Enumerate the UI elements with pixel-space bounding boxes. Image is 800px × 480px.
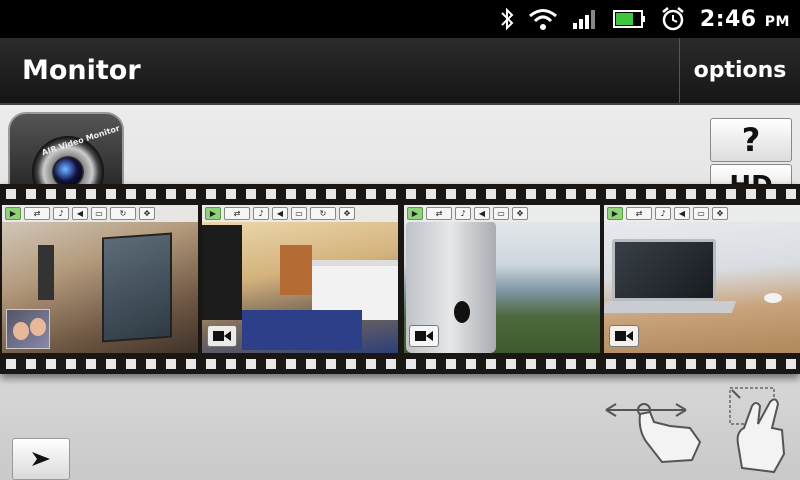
speaker-icon[interactable]: ◀	[474, 207, 490, 220]
camera-feed-4[interactable]: ▶ ⇄ ♪ ◀ ▭ ✥	[604, 205, 800, 353]
no-screen-icon[interactable]: ▭	[493, 207, 509, 220]
no-screen-icon[interactable]: ▭	[291, 207, 307, 220]
film-perforations-bottom	[0, 356, 800, 372]
fullscreen-icon[interactable]: ✥	[712, 207, 728, 220]
help-button[interactable]: ?	[710, 118, 792, 162]
speaker-icon[interactable]: ◀	[272, 207, 288, 220]
fullscreen-icon[interactable]: ✥	[512, 207, 528, 220]
camera-button[interactable]	[207, 325, 237, 347]
frame-toolbar: ▶ ⇄ ♪ ◀ ▭ ✥	[404, 205, 600, 222]
laptop-base-object	[604, 301, 737, 313]
alarm-icon	[660, 6, 686, 32]
switch-camera-icon[interactable]: ⇄	[224, 207, 250, 220]
camera-feed-1[interactable]: ▶ ⇄ ♪ ◀ ▭ ↻ ✥	[2, 205, 198, 353]
no-screen-icon[interactable]: ▭	[91, 207, 107, 220]
play-button[interactable]	[12, 438, 70, 480]
film-perforations-top	[0, 186, 800, 202]
frame-toolbar: ▶ ⇄ ♪ ◀ ▭ ↻ ✥	[2, 205, 198, 222]
battery-icon	[612, 8, 646, 30]
video-icon[interactable]: ▶	[607, 207, 623, 220]
video-icon[interactable]: ▶	[5, 207, 21, 220]
status-clock: 2:46 PM	[699, 6, 790, 32]
switch-camera-icon[interactable]: ⇄	[24, 207, 50, 220]
dresser-object	[280, 245, 312, 295]
mouse-object	[764, 293, 782, 303]
camera-feed-3[interactable]: ▶ ⇄ ♪ ◀ ▭ ✥	[404, 205, 600, 353]
wifi-icon	[528, 7, 558, 31]
microphone-icon[interactable]: ♪	[53, 207, 69, 220]
rotate-icon[interactable]: ↻	[310, 207, 336, 220]
frame-toolbar: ▶ ⇄ ♪ ◀ ▭ ↻ ✥	[202, 205, 398, 222]
switch-camera-icon[interactable]: ⇄	[626, 207, 652, 220]
status-bar: 2:46 PM	[0, 0, 800, 38]
rotate-icon[interactable]: ↻	[110, 207, 136, 220]
film-strip: ▶ ⇄ ♪ ◀ ▭ ↻ ✥ ▶ ⇄ ♪ ◀ ▭ ↻ ✥ ▶ ⇄ ♪ ◀ ▭ ✥ …	[0, 184, 800, 374]
bluetooth-icon	[500, 7, 514, 31]
no-screen-icon[interactable]: ▭	[693, 207, 709, 220]
rug-object	[242, 310, 362, 350]
dark-object	[202, 225, 242, 320]
microphone-icon[interactable]: ♪	[253, 207, 269, 220]
laptop-screen-object	[612, 239, 716, 301]
video-icon[interactable]: ▶	[407, 207, 423, 220]
switch-camera-icon[interactable]: ⇄	[426, 207, 452, 220]
apple-logo-icon	[454, 301, 470, 323]
page-title: Monitor	[22, 55, 141, 86]
options-button[interactable]: options	[679, 38, 800, 103]
action-bar: Monitor options	[0, 38, 800, 105]
camera-feed-2[interactable]: ▶ ⇄ ♪ ◀ ▭ ↻ ✥	[202, 205, 398, 353]
signal-icon	[572, 7, 598, 31]
microphone-icon[interactable]: ♪	[655, 207, 671, 220]
stove-object	[38, 245, 54, 300]
play-arrow-icon	[32, 452, 50, 466]
camera-button[interactable]	[409, 325, 439, 347]
speaker-icon[interactable]: ◀	[674, 207, 690, 220]
pinch-gesture-icon	[726, 384, 796, 474]
frame-toolbar: ▶ ⇄ ♪ ◀ ▭ ✥	[604, 205, 800, 222]
tablet-object	[102, 232, 172, 343]
microphone-icon[interactable]: ♪	[455, 207, 471, 220]
fullscreen-icon[interactable]: ✥	[139, 207, 155, 220]
fullscreen-icon[interactable]: ✥	[339, 207, 355, 220]
pip-video	[6, 309, 50, 349]
swipe-gesture-icon	[600, 398, 710, 470]
video-icon[interactable]: ▶	[205, 207, 221, 220]
camera-button[interactable]	[609, 325, 639, 347]
speaker-icon[interactable]: ◀	[72, 207, 88, 220]
